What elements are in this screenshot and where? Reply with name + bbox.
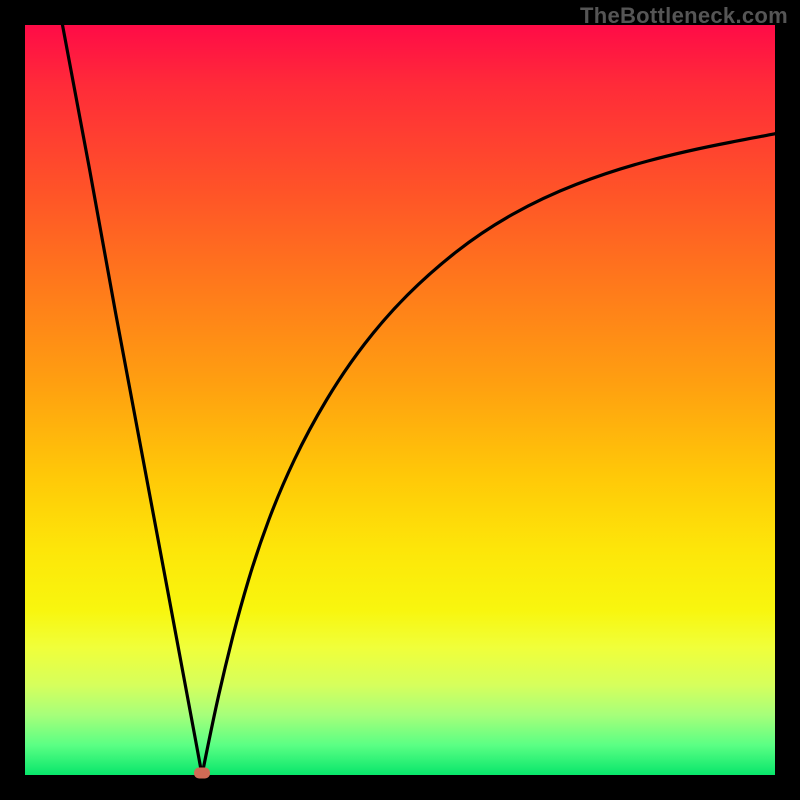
plot-area	[25, 25, 775, 775]
right-branch-path	[202, 134, 775, 775]
left-branch-path	[63, 25, 203, 775]
watermark-text: TheBottleneck.com	[580, 3, 788, 29]
curve-svg	[25, 25, 775, 775]
minimum-marker	[194, 767, 210, 778]
chart-frame: TheBottleneck.com	[0, 0, 800, 800]
